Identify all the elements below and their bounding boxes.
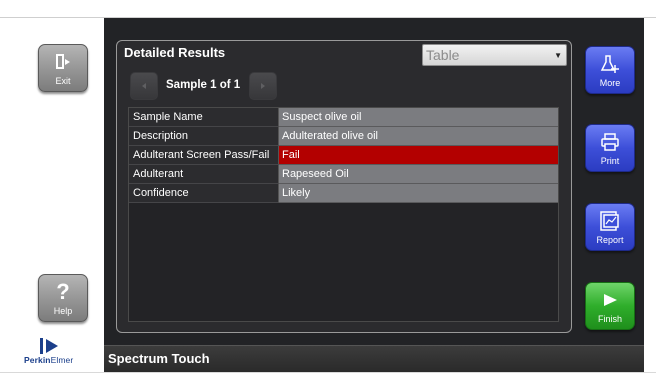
row-key: Confidence xyxy=(129,184,279,203)
question-mark-icon: ? xyxy=(56,279,70,304)
play-arrow-icon xyxy=(586,289,634,311)
finish-button[interactable]: Finish xyxy=(585,282,635,330)
perkinelmer-logo-icon xyxy=(40,338,58,354)
exit-label: Exit xyxy=(55,76,71,86)
row-key: Adulterant Screen Pass/Fail xyxy=(129,146,279,165)
finish-label: Finish xyxy=(597,314,622,324)
table-row: Description Adulterated olive oil xyxy=(129,127,558,146)
view-select-dropdown[interactable]: Table ▼ xyxy=(422,44,567,66)
table-row: Confidence Likely xyxy=(129,184,558,203)
logo-brand-light: Elmer xyxy=(50,355,74,365)
logo-brand-bold: Perkin xyxy=(24,355,51,365)
logo-text: PerkinElmer xyxy=(24,355,73,365)
chevron-down-icon: ▼ xyxy=(554,51,562,60)
window-bottom-border xyxy=(0,372,656,384)
arrow-left-icon xyxy=(142,83,146,89)
report-document-icon xyxy=(586,210,634,232)
more-button[interactable]: More xyxy=(585,46,635,94)
row-key: Description xyxy=(129,127,279,146)
report-button[interactable]: Report xyxy=(585,203,635,251)
previous-sample-button[interactable] xyxy=(130,72,158,100)
panel-title: Detailed Results xyxy=(124,45,226,60)
row-value: Suspect olive oil xyxy=(279,108,558,127)
row-value: Rapeseed Oil xyxy=(279,165,558,184)
row-value: Likely xyxy=(279,184,558,203)
print-button[interactable]: Print xyxy=(585,124,635,172)
next-sample-button[interactable] xyxy=(249,72,277,100)
print-label: Print xyxy=(600,156,620,166)
results-table: Sample Name Suspect olive oil Descriptio… xyxy=(128,107,559,322)
help-label: Help xyxy=(53,306,73,316)
row-value: Adulterated olive oil xyxy=(279,127,558,146)
row-value-fail: Fail xyxy=(279,146,558,165)
more-label: More xyxy=(599,78,621,88)
view-select-value: Table xyxy=(426,47,460,63)
arrow-right-icon xyxy=(261,83,265,89)
exit-button[interactable]: Exit xyxy=(38,44,88,92)
table-row: Sample Name Suspect olive oil xyxy=(129,108,558,127)
table-row: Adulterant Rapeseed Oil xyxy=(129,165,558,184)
table-row: Adulterant Screen Pass/Fail Fail xyxy=(129,146,558,165)
exit-door-icon xyxy=(39,51,87,73)
help-button[interactable]: ? Help xyxy=(38,274,88,322)
app-title: Spectrum Touch xyxy=(108,351,210,366)
row-key: Adulterant xyxy=(129,165,279,184)
flask-plus-icon xyxy=(586,53,634,75)
row-key: Sample Name xyxy=(129,108,279,127)
report-label: Report xyxy=(596,235,624,245)
printer-icon xyxy=(586,131,634,153)
sample-counter: Sample 1 of 1 xyxy=(166,79,241,91)
